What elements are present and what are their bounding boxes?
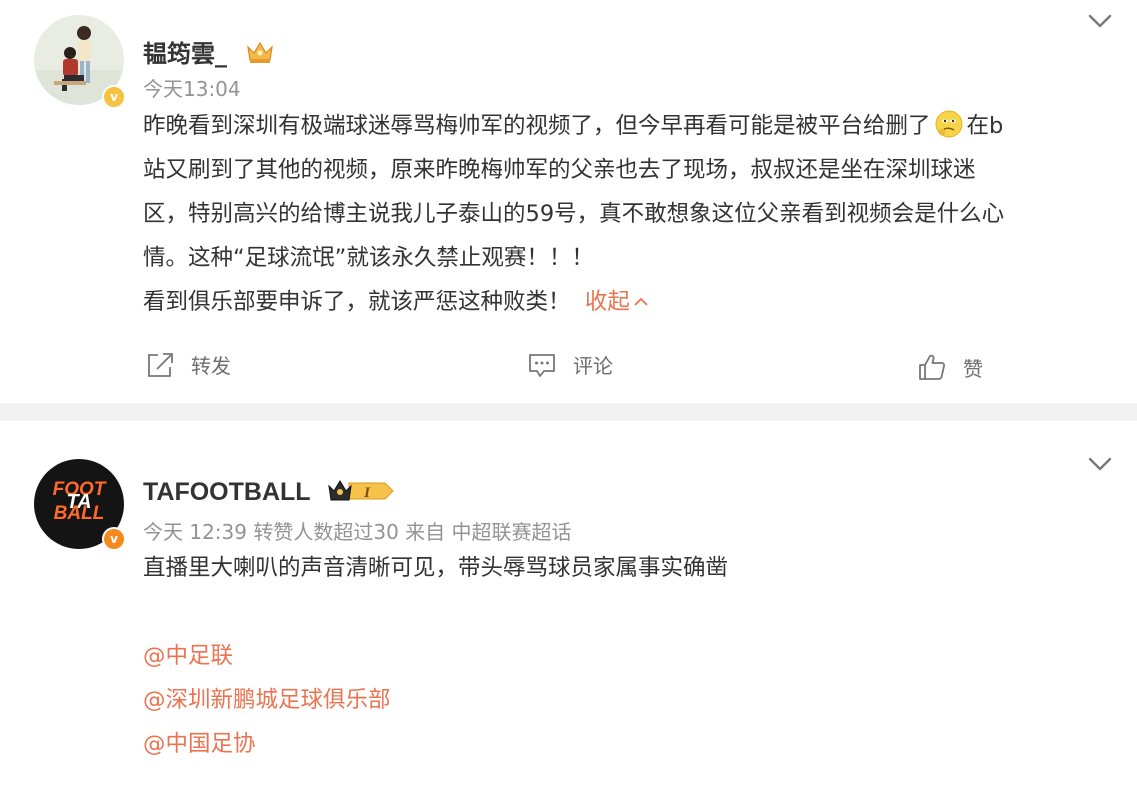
chevron-up-icon [634, 297, 648, 306]
mention-link[interactable]: @中国足协 [143, 722, 391, 766]
verified-badge-icon: v [102, 85, 126, 109]
username[interactable]: TAFOOTBALL I [143, 478, 397, 507]
chevron-down-icon[interactable] [1087, 455, 1113, 473]
comment-icon [529, 353, 555, 377]
crown-badge-icon [247, 41, 274, 63]
avatar-logo-text: BALL [53, 503, 105, 524]
member-crown-badge-icon: I [328, 480, 394, 501]
collapse-link[interactable]: 收起 [585, 289, 649, 315]
username[interactable]: 韫筠雲_ [143, 34, 275, 69]
thumbs-up-icon [919, 354, 946, 380]
comment-button[interactable]: 评论 [527, 350, 613, 379]
comment-label: 评论 [573, 354, 613, 378]
forward-label: 转发 [191, 354, 231, 378]
feed-divider [0, 403, 1137, 421]
forward-button[interactable]: 转发 [145, 350, 231, 379]
chevron-down-icon[interactable] [1087, 12, 1113, 30]
forward-icon [148, 352, 173, 377]
post-card-1: v 韫筠雲_ 今天13:04 昨晚看到深圳有极端球迷辱骂梅帅军的视频了，但今早再… [0, 0, 1137, 403]
like-button[interactable]: 赞 [917, 352, 983, 382]
thinking-emoji-icon [935, 110, 963, 138]
like-label: 赞 [963, 356, 983, 381]
mention-list: @中足联 @深圳新鹏城足球俱乐部 @中国足协 [143, 634, 391, 766]
svg-text:I: I [363, 485, 371, 501]
action-bar: 转发 评论 赞 [0, 348, 1137, 388]
mention-link[interactable]: @中足联 [143, 634, 391, 678]
post-text: 昨晚看到深圳有极端球迷辱骂梅帅军的视频了，但今早再看可能是被平台给删了 在b 站… [143, 104, 1103, 324]
mention-link[interactable]: @深圳新鹏城足球俱乐部 [143, 678, 391, 722]
avatar[interactable]: FOOT TA BALL [34, 459, 124, 549]
post-timestamp: 今天13:04 [143, 77, 241, 101]
